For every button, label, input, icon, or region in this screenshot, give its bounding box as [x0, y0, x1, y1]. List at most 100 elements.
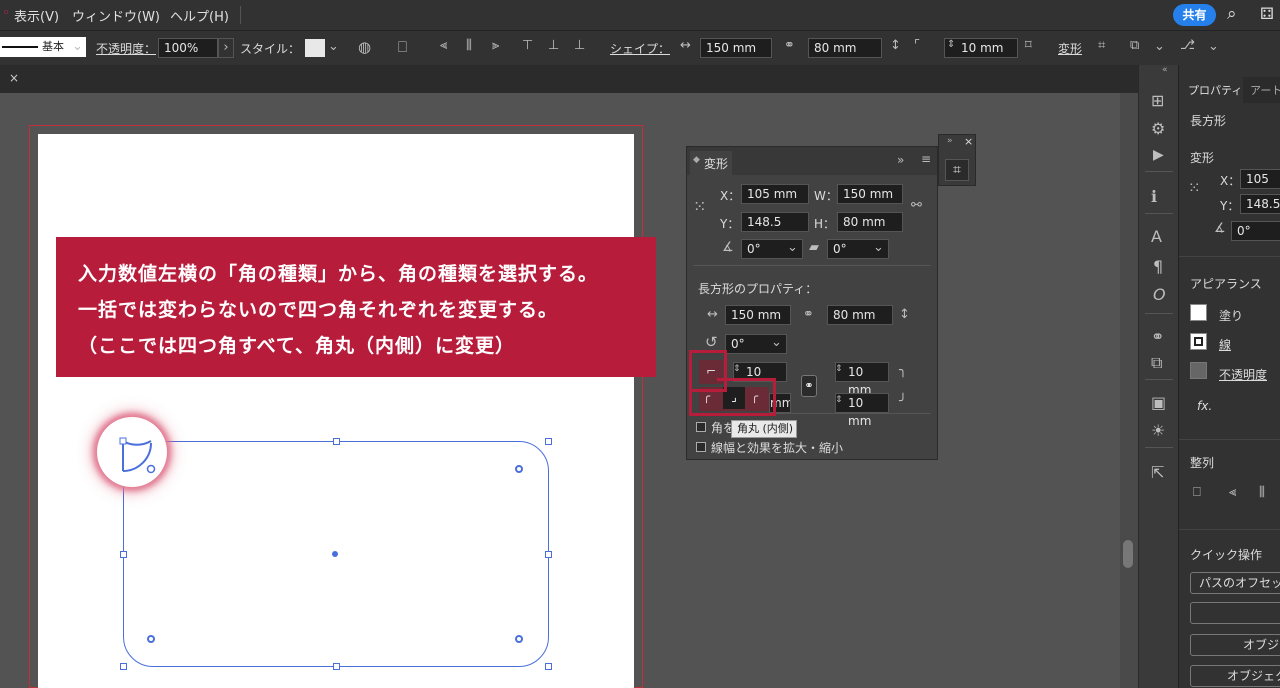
quick-action-button[interactable]	[1190, 602, 1280, 624]
corner-tr-input[interactable]: 10 mm	[835, 362, 889, 397]
fill-label[interactable]: 塗り	[1219, 307, 1243, 324]
align-to-icon[interactable]: ⎕	[1193, 485, 1201, 500]
chevron-down-icon[interactable]: ⌄	[787, 240, 798, 255]
link-corners-button[interactable]: ⚭	[801, 375, 817, 397]
corner-type-tr-icon[interactable]: ╮	[899, 363, 907, 378]
scrollbar-thumb[interactable]	[1123, 540, 1133, 568]
h-input[interactable]: 80 mm	[837, 212, 903, 232]
export-icon[interactable]: ⇱	[1151, 463, 1164, 482]
transform-label[interactable]: 変形	[1058, 40, 1082, 57]
close-icon[interactable]: ×	[9, 71, 19, 85]
align-top-icon[interactable]: ⊤	[522, 38, 533, 53]
selection-handle[interactable]	[333, 438, 340, 445]
chevron-down-icon[interactable]: ⌄	[771, 335, 782, 350]
scale-corners-checkbox[interactable]	[696, 422, 706, 432]
y-input[interactable]: 148.5 mm	[741, 212, 809, 232]
share-button[interactable]: 共有	[1173, 4, 1216, 26]
w-input[interactable]: 150 mm	[837, 184, 903, 204]
corner-widget[interactable]	[147, 635, 155, 643]
tab-transform[interactable]: ◆ 変形	[690, 151, 732, 175]
selection-handle[interactable]	[120, 663, 127, 670]
stepper-icon[interactable]: ⇕	[835, 364, 843, 374]
chevron-down-icon[interactable]: ⌄	[873, 240, 884, 255]
bounding-box-icon[interactable]: ⌑	[1025, 38, 1032, 53]
appearance-icon[interactable]: ☀	[1151, 421, 1165, 440]
opacity-label[interactable]: 不透明度	[1219, 366, 1267, 383]
style-swatch[interactable]	[305, 39, 325, 57]
align-to-icon[interactable]: ⎕	[398, 38, 407, 56]
links-icon[interactable]: ⚭	[1151, 327, 1164, 346]
offset-path-button[interactable]: パスのオフセッ	[1190, 572, 1280, 594]
character-icon[interactable]: A	[1151, 227, 1162, 246]
close-icon[interactable]: ×	[964, 135, 973, 148]
panel-menu-icon[interactable]: ≡	[921, 152, 931, 166]
menu-view[interactable]: 表示(V)	[14, 6, 59, 25]
transform-each-icon[interactable]: ⌗	[1098, 38, 1105, 53]
menu-window[interactable]: ウィンドウ(W)	[72, 6, 160, 25]
vertical-scrollbar[interactable]	[1120, 93, 1138, 688]
transform-panel-icon[interactable]: ⌗	[945, 159, 969, 181]
selection-handle[interactable]	[545, 438, 552, 445]
y-input[interactable]: 148.5	[1240, 194, 1280, 214]
constrain-link-icon[interactable]: ⚯	[911, 198, 922, 213]
tab-artboards[interactable]: アート	[1250, 82, 1280, 98]
actions-play-icon[interactable]: ▶	[1153, 147, 1164, 163]
corner-widget[interactable]	[515, 465, 523, 473]
selection-handle[interactable]	[545, 663, 552, 670]
collapse-icon[interactable]: »	[897, 153, 904, 167]
selection-handle[interactable]	[120, 551, 127, 558]
shape-label[interactable]: シェイプ：	[610, 40, 670, 57]
layers-icon[interactable]: ⊞	[1151, 91, 1164, 110]
chevron-down-icon[interactable]: ⌄	[1208, 39, 1219, 54]
chevron-down-icon[interactable]: ⌄	[1154, 39, 1165, 54]
opacity-input[interactable]: 100%	[158, 38, 218, 58]
opacity-label[interactable]: 不透明度：	[96, 40, 156, 57]
angle-input[interactable]: 0°	[1231, 221, 1280, 241]
collapse-icon[interactable]: «	[1162, 65, 1168, 75]
rect-height-input[interactable]: 80 mm	[827, 305, 893, 325]
stroke-swatch[interactable]	[1190, 333, 1207, 350]
expand-icon[interactable]: »	[947, 136, 953, 146]
object-button[interactable]: オブジ	[1190, 634, 1280, 656]
align-left-icon[interactable]: ⫷	[440, 38, 447, 53]
stepper-icon[interactable]: ⇕	[947, 39, 955, 50]
recolor-icon[interactable]: ◍	[358, 38, 371, 56]
link-icon[interactable]: ⚭	[784, 38, 795, 53]
chevron-down-icon[interactable]: ⌄	[72, 39, 83, 54]
selection-handle[interactable]	[545, 551, 552, 558]
opacity-chevron-right-icon[interactable]: ›	[218, 38, 234, 58]
edit-toolbar-icon[interactable]: ⎇	[1180, 38, 1195, 53]
corner-widget[interactable]	[515, 635, 523, 643]
apps-icon[interactable]: ⚃	[1260, 4, 1274, 23]
object-button[interactable]: オブジェク	[1190, 665, 1280, 687]
paragraph-icon[interactable]: ¶	[1153, 257, 1163, 276]
opentype-icon[interactable]: O	[1153, 285, 1166, 304]
fill-swatch[interactable]	[1190, 304, 1207, 321]
align-hcenter-icon[interactable]: ⫼	[466, 38, 472, 53]
corner-type-icon[interactable]: ⌜	[914, 38, 920, 53]
reference-point-icon[interactable]: ⁙	[1188, 179, 1201, 197]
tab-properties[interactable]: プロパティ	[1179, 77, 1243, 103]
shape-height-input[interactable]: 80 mm	[808, 38, 882, 58]
stepper-icon[interactable]: ⇕	[733, 364, 741, 374]
reference-point-icon[interactable]: ⁙	[693, 197, 706, 216]
stroke-label[interactable]: 線	[1219, 336, 1231, 353]
chevron-down-icon[interactable]: ⌄	[328, 39, 339, 54]
corner-br-input[interactable]: 10 mm	[835, 393, 889, 428]
fx-icon[interactable]: fx.	[1197, 399, 1212, 413]
isolate-icon[interactable]: ⧉	[1130, 38, 1139, 53]
link-icon[interactable]: ⚭	[803, 307, 814, 322]
libraries-icon[interactable]: ▣	[1151, 393, 1166, 412]
search-icon[interactable]: ⌕	[1227, 4, 1237, 24]
scale-strokes-checkbox[interactable]	[696, 442, 706, 452]
artboards-icon[interactable]: ⧉	[1151, 353, 1162, 373]
align-right-icon[interactable]: ⫸	[492, 38, 499, 53]
align-hcenter-icon[interactable]: ⫼	[1259, 485, 1265, 500]
stepper-icon[interactable]: ⇕	[835, 395, 843, 405]
align-vcenter-icon[interactable]: ⊥	[548, 38, 559, 53]
menu-help[interactable]: ヘルプ(H)	[170, 6, 229, 25]
settings-icon[interactable]: ⚙	[1151, 119, 1165, 138]
selection-handle[interactable]	[333, 663, 340, 670]
rect-width-input[interactable]: 150 mm	[725, 305, 791, 325]
x-input[interactable]: 105 m	[1240, 169, 1280, 189]
